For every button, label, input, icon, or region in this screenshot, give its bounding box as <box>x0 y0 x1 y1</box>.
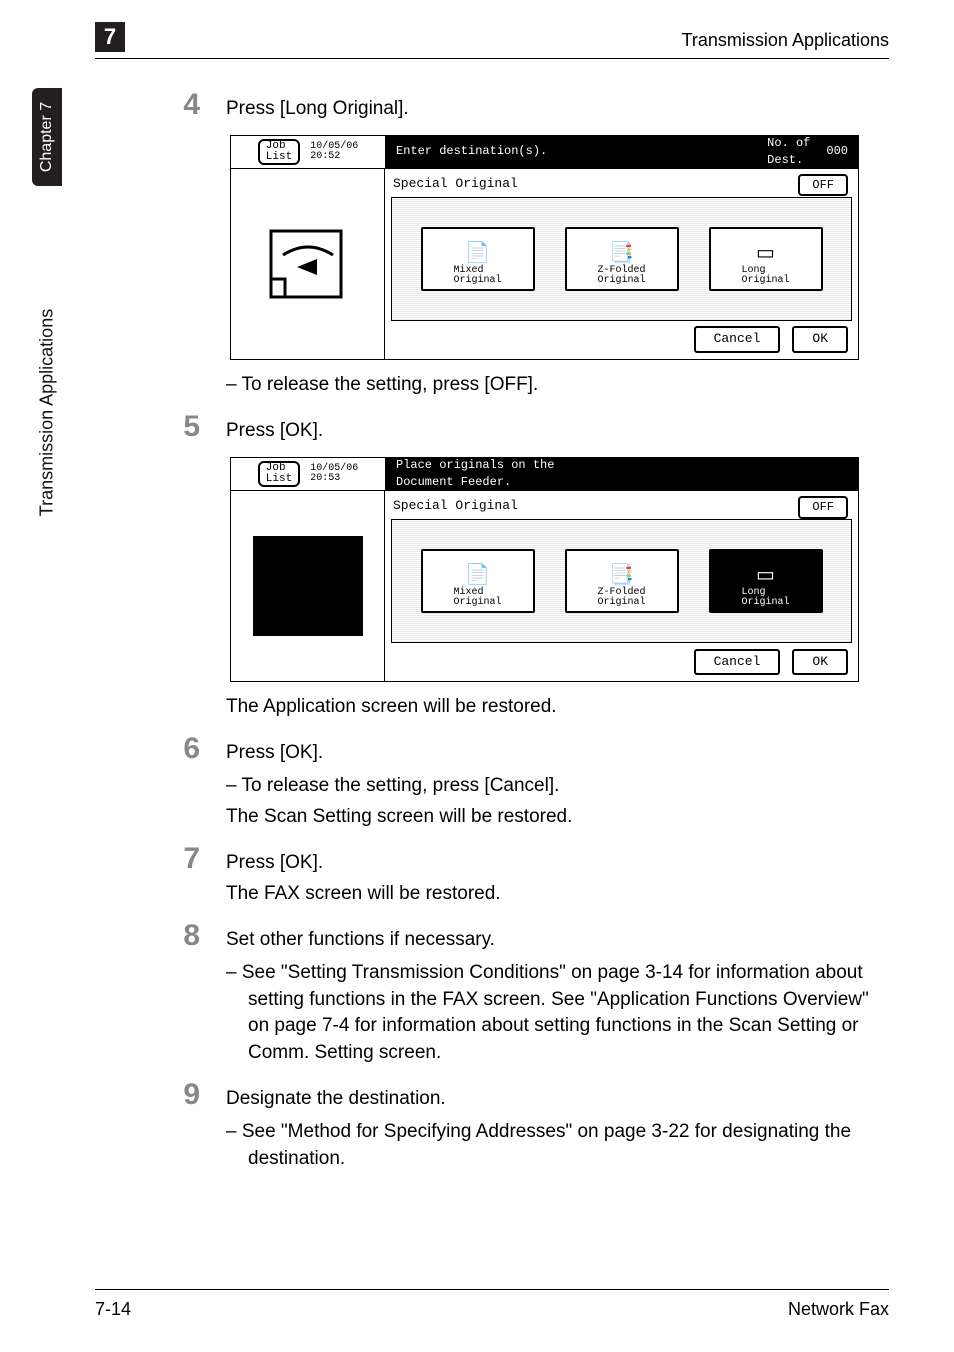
step-9-number: 9 <box>180 1080 200 1110</box>
zfold-icon: 📑 <box>609 565 634 586</box>
long-original-label: Long Original <box>741 266 789 287</box>
step-8: 8 Set other functions if necessary. – Se… <box>180 921 889 1066</box>
mixed-original-button[interactable]: 📄 Mixed Original <box>421 549 535 613</box>
long-doc-icon: ▭ <box>756 243 775 264</box>
long-original-label: Long Original <box>741 588 789 609</box>
cancel-button[interactable]: Cancel <box>694 326 781 352</box>
step-7-text: Press [OK]. <box>226 850 889 877</box>
step-5: 5 Press [OK]. Job List 10/05/06 20:53 Pl… <box>180 412 889 720</box>
step-6-sub: – To release the setting, press [Cancel]… <box>226 773 889 800</box>
step-5-tail: The Application screen will be restored. <box>226 694 889 721</box>
step-9-text: Designate the destination. <box>226 1086 889 1113</box>
step-9: 9 Designate the destination. – See "Meth… <box>180 1080 889 1172</box>
header-title: Transmission Applications <box>682 30 889 51</box>
job-list-button[interactable]: Job List <box>258 139 300 165</box>
chapter-number-badge: 7 <box>95 22 125 52</box>
dest-label: No. of Dest. <box>767 135 810 169</box>
lcd-screenshot-enter-destination: Job List 10/05/06 20:52 Enter destinatio… <box>230 135 859 360</box>
mixed-original-label: Mixed Original <box>453 588 501 609</box>
mixed-original-button[interactable]: 📄 Mixed Original <box>421 227 535 291</box>
step-7-cont: The FAX screen will be restored. <box>226 881 889 908</box>
job-list-button[interactable]: Job List <box>258 461 300 487</box>
page-number: 7-14 <box>95 1299 131 1320</box>
zfolded-original-label: Z-Folded Original <box>597 266 645 287</box>
step-6: 6 Press [OK]. – To release the setting, … <box>180 734 889 830</box>
mixed-original-label: Mixed Original <box>453 266 501 287</box>
off-button[interactable]: OFF <box>798 174 848 197</box>
datetime-label: 10/05/06 20:53 <box>310 464 358 484</box>
step-4-text: Press [Long Original]. <box>226 96 889 123</box>
dest-count: 000 <box>826 143 848 160</box>
step-7: 7 Press [OK]. The FAX screen will be res… <box>180 844 889 907</box>
step-4-sub: – To release the setting, press [OFF]. <box>226 372 889 399</box>
options-area: 📄 Mixed Original 📑 Z-Folded Original ▭ L… <box>391 197 852 321</box>
ok-button[interactable]: OK <box>792 326 848 352</box>
footer-title: Network Fax <box>788 1299 889 1320</box>
zfolded-original-button[interactable]: 📑 Z-Folded Original <box>565 549 679 613</box>
original-feed-icon <box>263 219 353 309</box>
step-6-number: 6 <box>180 734 200 764</box>
ok-button[interactable]: OK <box>792 649 848 675</box>
off-button[interactable]: OFF <box>798 496 848 519</box>
job-list-area: Job List 10/05/06 20:52 <box>231 136 386 168</box>
stack-icon: 📄 <box>465 243 490 264</box>
step-6-cont: The Scan Setting screen will be restored… <box>226 804 889 831</box>
chapter-tab: Chapter 7 <box>32 88 62 186</box>
lcd-screenshot-place-originals: Job List 10/05/06 20:53 Place originals … <box>230 457 859 682</box>
job-list-area: Job List 10/05/06 20:53 <box>231 458 386 490</box>
step-6-text: Press [OK]. <box>226 740 889 767</box>
header-rule <box>95 58 889 59</box>
long-doc-icon: ▭ <box>756 565 775 586</box>
panel-title: Special Original <box>393 175 518 193</box>
original-preview-icon <box>253 536 363 636</box>
status-message: Enter destination(s). <box>396 143 751 160</box>
step-5-text: Press [OK]. <box>226 418 889 445</box>
step-5-number: 5 <box>180 412 200 442</box>
step-8-number: 8 <box>180 921 200 951</box>
step-4-number: 4 <box>180 90 200 120</box>
step-8-sub: – See "Setting Transmission Conditions" … <box>226 960 889 1066</box>
side-section-title: Transmission Applications <box>37 278 58 548</box>
zfold-icon: 📑 <box>609 243 634 264</box>
step-4: 4 Press [Long Original]. Job List 10/05/… <box>180 90 889 398</box>
stack-icon: 📄 <box>465 565 490 586</box>
datetime-label: 10/05/06 20:52 <box>310 142 358 162</box>
cancel-button[interactable]: Cancel <box>694 649 781 675</box>
long-original-button-selected[interactable]: ▭ Long Original <box>709 549 823 613</box>
zfolded-original-label: Z-Folded Original <box>597 588 645 609</box>
panel-title: Special Original <box>393 497 518 515</box>
long-original-button[interactable]: ▭ Long Original <box>709 227 823 291</box>
step-8-text: Set other functions if necessary. <box>226 927 889 954</box>
zfolded-original-button[interactable]: 📑 Z-Folded Original <box>565 227 679 291</box>
options-area: 📄 Mixed Original 📑 Z-Folded Original ▭ L… <box>391 519 852 643</box>
status-message: Place originals on the Document Feeder. <box>396 457 848 491</box>
step-9-sub: – See "Method for Specifying Addresses" … <box>226 1119 889 1172</box>
memory-label: Memory 100% <box>806 1170 879 1185</box>
step-7-number: 7 <box>180 844 200 874</box>
footer-rule <box>95 1289 889 1290</box>
